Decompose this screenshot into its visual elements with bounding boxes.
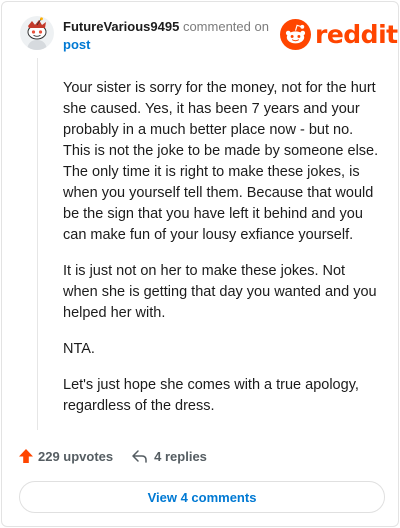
- comment-body: Your sister is sorry for the money, not …: [63, 78, 383, 432]
- action-text: commented on: [182, 19, 269, 34]
- reddit-snoo-icon: [280, 18, 311, 50]
- comment-paragraph: It is just not on her to make these joke…: [63, 263, 377, 321]
- snoo-avatar-icon: [20, 16, 54, 50]
- comment-author[interactable]: FutureVarious9495 commented on: [63, 19, 269, 34]
- reddit-logo: reddit: [280, 18, 398, 50]
- upvote-arrow-icon: [19, 449, 33, 463]
- thread-line[interactable]: [37, 58, 38, 430]
- comment-paragraph: Let's just hope she comes with a true ap…: [63, 377, 359, 414]
- comment-card: FutureVarious9495 commented on post redd…: [1, 1, 399, 527]
- post-link[interactable]: post: [63, 37, 90, 52]
- comment-actions: 229 upvotes 4 replies: [18, 445, 207, 467]
- upvote-count: 229 upvotes: [38, 448, 114, 464]
- comment-paragraph: Your sister is sorry for the money, not …: [63, 80, 379, 243]
- comment-paragraph: NTA.: [63, 341, 95, 357]
- reply-count: 4 replies: [154, 448, 207, 464]
- view-comments-button[interactable]: View 4 comments: [19, 481, 385, 513]
- upvote-button[interactable]: 229 upvotes: [18, 448, 113, 464]
- brand-name: reddit: [315, 19, 398, 49]
- reply-button[interactable]: 4 replies: [131, 448, 207, 464]
- username[interactable]: FutureVarious9495: [63, 19, 179, 34]
- reply-arrow-icon: [132, 450, 147, 463]
- user-avatar[interactable]: [20, 16, 54, 50]
